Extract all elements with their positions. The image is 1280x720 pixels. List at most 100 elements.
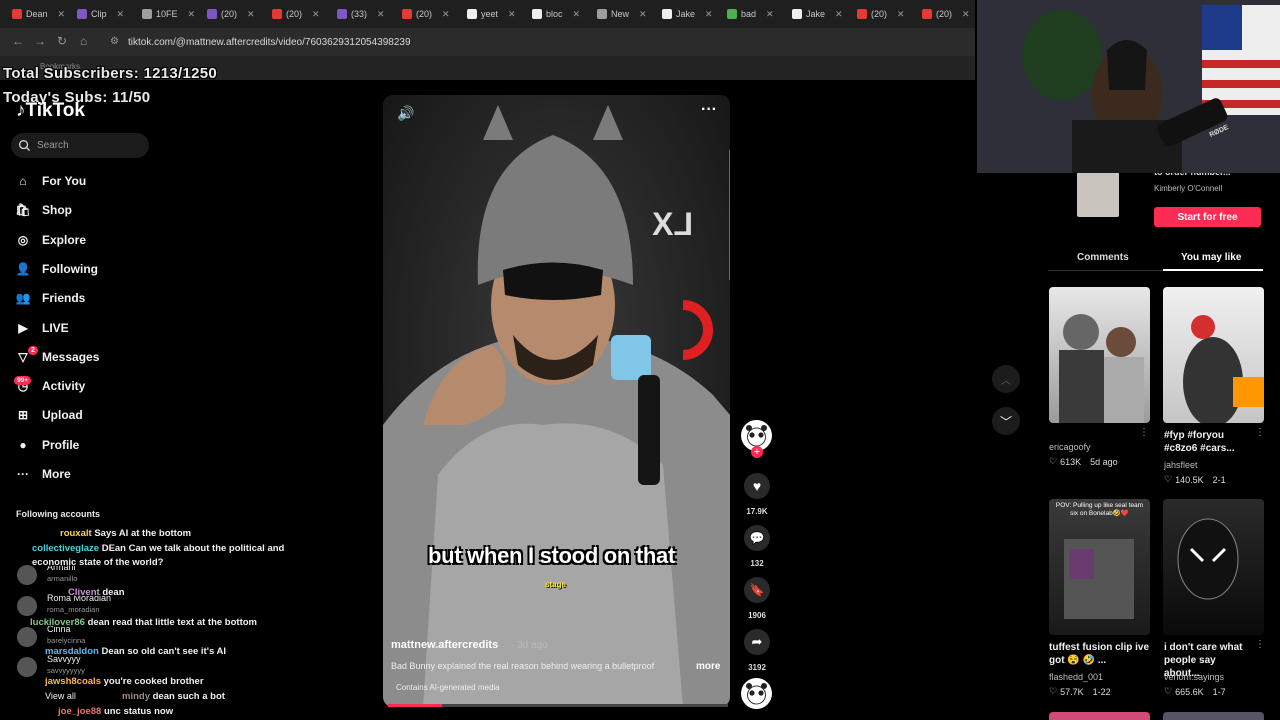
- follow-plus-button[interactable]: +: [751, 446, 763, 458]
- sound-disc[interactable]: [741, 678, 772, 709]
- tab-close-icon[interactable]: ✕: [508, 9, 516, 20]
- sidebar-item-explore[interactable]: ◎ Explore: [14, 229, 86, 251]
- rec-options-icon[interactable]: ⋮: [1255, 427, 1265, 438]
- rec-thumbnail-partial[interactable]: [1049, 712, 1150, 720]
- comment-button[interactable]: 💬: [744, 525, 770, 551]
- share-button[interactable]: ➦: [744, 629, 770, 655]
- sidebar-item-more[interactable]: ··· More: [14, 463, 71, 485]
- previous-video-button[interactable]: ︿: [992, 365, 1020, 393]
- tab-close-icon[interactable]: ✕: [117, 9, 125, 20]
- tab-comments[interactable]: Comments: [1077, 252, 1129, 263]
- sidebar-item-profile[interactable]: ● Profile: [14, 434, 79, 456]
- url-field[interactable]: tiktok.com/@mattnew.aftercredits/video/7…: [128, 37, 411, 48]
- tab-favicon-icon: [402, 9, 412, 19]
- forward-icon[interactable]: →: [34, 34, 46, 48]
- video-player[interactable]: LX 🔊 ···: [383, 95, 730, 707]
- video-date: · 3d ago: [511, 640, 548, 651]
- rec-thumbnail-partial[interactable]: [1163, 712, 1264, 720]
- rec-thumbnail[interactable]: [1163, 287, 1264, 423]
- video-progress-fill: [388, 704, 443, 707]
- sidebar-item-label: More: [42, 467, 71, 481]
- rec-author[interactable]: jahsfleet: [1164, 460, 1198, 470]
- video-author[interactable]: mattnew.aftercredits: [391, 639, 498, 651]
- tab-close-icon[interactable]: ✕: [442, 9, 450, 20]
- rec-title[interactable]: #fyp #foryou #c8zo6 #cars...: [1164, 429, 1254, 455]
- tab-close-icon[interactable]: ✕: [312, 9, 320, 20]
- video-options-icon[interactable]: ···: [701, 101, 717, 119]
- like-button[interactable]: ♥: [744, 473, 770, 499]
- back-icon[interactable]: ←: [12, 34, 24, 48]
- browser-tab[interactable]: (20) ✕: [272, 4, 320, 24]
- tab-close-icon[interactable]: ✕: [835, 9, 843, 20]
- tab-close-icon[interactable]: ✕: [897, 9, 905, 20]
- browser-tab[interactable]: bad ✕: [727, 4, 774, 24]
- tab-close-icon[interactable]: ✕: [766, 9, 774, 20]
- browser-tab[interactable]: yeet ✕: [467, 4, 516, 24]
- rec-options-icon[interactable]: ⋮: [1139, 427, 1149, 438]
- browser-tab[interactable]: Clip ✕: [77, 4, 124, 24]
- tab-close-icon[interactable]: ✕: [639, 9, 647, 20]
- browser-tab[interactable]: (33) ✕: [337, 4, 385, 24]
- browser-tab[interactable]: (20) ✕: [857, 4, 905, 24]
- rec-options-icon[interactable]: ⋮: [1255, 639, 1265, 650]
- browser-tab[interactable]: Dean ✕: [12, 4, 65, 24]
- avatar[interactable]: [17, 627, 37, 647]
- reload-icon[interactable]: ↻: [57, 34, 67, 48]
- avatar[interactable]: [17, 657, 37, 677]
- tab-label: bad: [741, 9, 757, 19]
- tiktok-logo[interactable]: ♪TikTok: [16, 100, 85, 122]
- tab-close-icon[interactable]: ✕: [58, 9, 66, 20]
- tab-close-icon[interactable]: ✕: [247, 9, 255, 20]
- rec-author[interactable]: flashedd_001: [1049, 672, 1103, 682]
- description-more-link[interactable]: more: [696, 661, 720, 672]
- browser-tab[interactable]: (20) ✕: [402, 4, 450, 24]
- rec-author[interactable]: venom.sayings: [1164, 672, 1224, 682]
- browser-tab[interactable]: 10FE ✕: [142, 4, 195, 24]
- ad-author: Kimberly O'Connell: [1154, 184, 1223, 193]
- sidebar-item-upload[interactable]: ⊞ Upload: [14, 404, 83, 426]
- sidebar-item-friends[interactable]: 👥 Friends: [14, 287, 86, 309]
- tab-close-icon[interactable]: ✕: [962, 9, 970, 20]
- volume-icon[interactable]: 🔊: [397, 105, 414, 122]
- tab-label: Clip: [91, 9, 107, 19]
- home-browser-icon[interactable]: ⌂: [80, 34, 87, 48]
- rec-title[interactable]: tuffest fusion clip ive got 😵 🤣 ...: [1049, 641, 1149, 667]
- site-info-icon[interactable]: ⚙: [110, 36, 119, 47]
- ad-start-button[interactable]: Start for free: [1154, 207, 1261, 227]
- sidebar-item-for-you[interactable]: ⌂ For You: [14, 170, 86, 192]
- save-button[interactable]: 🔖: [744, 577, 770, 603]
- next-video-button[interactable]: ﹀: [992, 407, 1020, 435]
- rec-author[interactable]: ericagoofy: [1049, 442, 1091, 452]
- browser-tab[interactable]: Jake ✕: [662, 4, 713, 24]
- browser-tab[interactable]: Jake ✕: [792, 4, 843, 24]
- avatar[interactable]: [17, 596, 37, 616]
- rec-thumbnail[interactable]: [1049, 287, 1150, 423]
- sidebar-item-label: Shop: [42, 203, 72, 218]
- rec-thumbnail[interactable]: [1163, 499, 1264, 635]
- tab-close-icon[interactable]: ✕: [705, 9, 713, 20]
- chevron-up-icon: ︿: [1001, 375, 1011, 387]
- sidebar-item-label: Activity: [42, 379, 86, 394]
- browser-tab[interactable]: bloc ✕: [532, 4, 580, 24]
- tab-you-may-like[interactable]: You may like: [1181, 252, 1241, 263]
- following-account-name[interactable]: View all: [45, 691, 76, 701]
- tab-close-icon[interactable]: ✕: [573, 9, 581, 20]
- browser-tab[interactable]: (20) ✕: [207, 4, 255, 24]
- tab-label: (20): [416, 9, 433, 19]
- ad-thumbnail[interactable]: [1077, 172, 1119, 217]
- bookmark-icon: 🔖: [749, 583, 765, 597]
- chat-message: rouxalt Says AI at the bottom: [60, 527, 320, 541]
- sidebar-item-shop[interactable]: 🛍 Shop: [14, 199, 72, 221]
- rec-stats: ♡ 140.5K 2-1: [1164, 474, 1226, 485]
- browser-tab[interactable]: New ✕: [597, 4, 647, 24]
- chat-message: joe_joe88 unc status now: [58, 705, 318, 719]
- browser-tab[interactable]: (20) ✕: [922, 4, 970, 24]
- tab-close-icon[interactable]: ✕: [377, 9, 385, 20]
- sidebar-item-following[interactable]: 👤 Following: [14, 258, 98, 280]
- rec-thumbnail[interactable]: POV: Pulling up like seal team six on Bo…: [1049, 499, 1150, 635]
- search-input[interactable]: [11, 133, 149, 158]
- sidebar-item-live[interactable]: ▶ LIVE: [14, 317, 68, 339]
- sidebar-item-messages[interactable]: ▽ Messages: [14, 346, 99, 368]
- tab-close-icon[interactable]: ✕: [188, 9, 196, 20]
- ai-generated-label[interactable]: Contains AI-generated media: [396, 683, 500, 692]
